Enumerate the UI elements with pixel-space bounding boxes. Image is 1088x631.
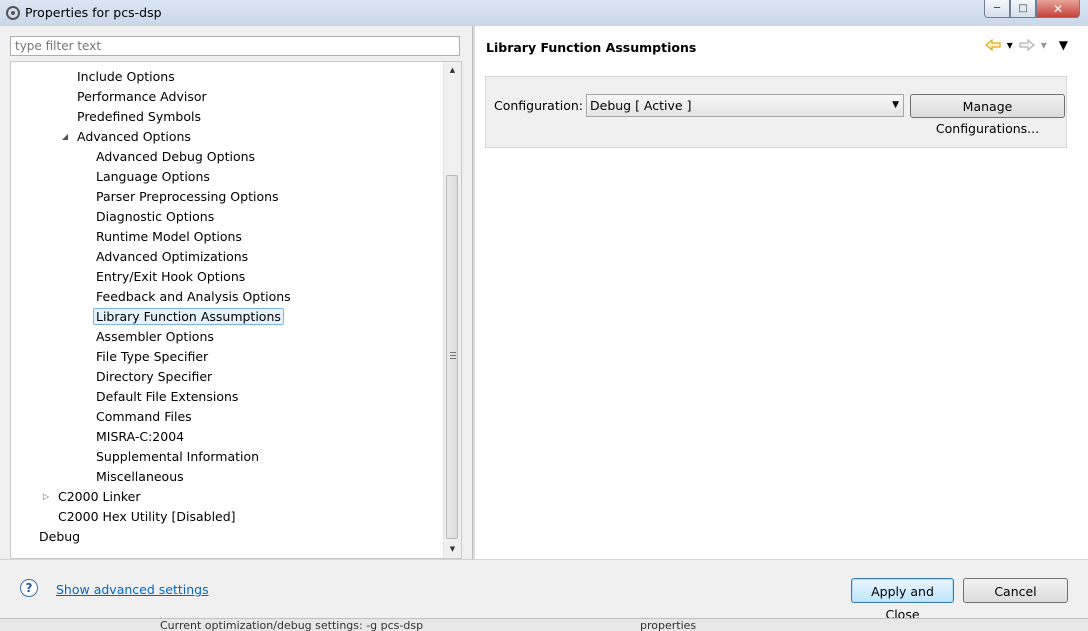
scrollbar-thumb[interactable] (446, 175, 458, 539)
tree-item-label: Default File Extensions (96, 389, 239, 404)
tree-item[interactable]: Assembler Options (93, 327, 217, 347)
tree-item-label: Feedback and Analysis Options (96, 289, 291, 304)
page-nav-controls: ▾ ▾ ▼ (984, 38, 1068, 52)
tree-item-label: C2000 Hex Utility [Disabled] (58, 509, 236, 524)
tree-item[interactable]: MISRA-C:2004 (93, 427, 187, 447)
tree-item[interactable]: ▷ C2000 Linker (43, 487, 144, 507)
tree-item[interactable]: Miscellaneous (93, 467, 187, 487)
expanded-twisty-icon[interactable]: ◢ (60, 127, 70, 147)
tree-item[interactable]: Language Options (93, 167, 213, 187)
tree-item[interactable]: Default File Extensions (93, 387, 241, 407)
tree-item[interactable]: Include Options (74, 67, 178, 87)
tree-item-label: Directory Specifier (96, 369, 213, 384)
tree-item[interactable]: Diagnostic Options (93, 207, 217, 227)
tree-item[interactable]: C2000 Hex Utility [Disabled] (55, 507, 239, 527)
minimize-button[interactable]: ─ (984, 0, 1010, 18)
select-chevron-down-icon: ▼ (892, 100, 899, 110)
tree-item-label: Command Files (96, 409, 192, 424)
tree-item-label: Entry/Exit Hook Options (96, 269, 246, 284)
forward-menu-chevron-down-icon[interactable]: ▾ (1041, 38, 1047, 52)
tree-item[interactable]: ◢ Advanced Options (62, 127, 194, 147)
right-pane: Library Function Assumptions ▾ ▾ ▼ Confi… (475, 26, 1088, 559)
tree-item[interactable]: Runtime Model Options (93, 227, 245, 247)
back-menu-chevron-down-icon[interactable]: ▾ (1007, 38, 1013, 52)
tree-item-label: Performance Advisor (77, 89, 207, 104)
tree-item-label: File Type Specifier (96, 349, 209, 364)
tree-item[interactable]: Parser Preprocessing Options (93, 187, 282, 207)
tree-item[interactable]: Command Files (93, 407, 195, 427)
dialog-footer: ? Show advanced settings Apply and Close… (0, 559, 1088, 622)
back-arrow-icon[interactable] (984, 39, 1001, 51)
tree-item-label: Include Options (77, 69, 175, 84)
tree-item-label: Parser Preprocessing Options (96, 189, 279, 204)
tree-item-label: Miscellaneous (96, 469, 184, 484)
page-title: Library Function Assumptions (486, 40, 697, 55)
tree-item-label: Language Options (96, 169, 210, 184)
tree-item[interactable]: Advanced Optimizations (93, 247, 251, 267)
configuration-select[interactable]: Debug [ Active ] ▼ (586, 94, 904, 117)
window-controls: ─ □ ✕ (984, 0, 1080, 18)
tree-item-label: Diagnostic Options (96, 209, 215, 224)
grip-icon (450, 352, 456, 361)
tree-item-label: Advanced Debug Options (96, 149, 256, 164)
view-menu-chevron-down-icon[interactable]: ▼ (1059, 38, 1068, 52)
tree-item[interactable]: Performance Advisor (74, 87, 210, 107)
window-title: Properties for pcs-dsp (25, 5, 162, 20)
left-pane: ▲ ▼ Include Options Performance Advisor Pr… (9, 34, 465, 559)
tree-item-label: Predefined Symbols (77, 109, 201, 124)
tree-item-label: MISRA-C:2004 (96, 429, 185, 444)
tree-item-label: Assembler Options (96, 329, 214, 344)
configuration-group: Configuration: Debug [ Active ] ▼ Manage… (485, 76, 1067, 148)
cancel-button[interactable]: Cancel (963, 578, 1068, 603)
tree-scrollbar[interactable]: ▲ ▼ (443, 62, 461, 558)
tree-item[interactable]: Entry/Exit Hook Options (93, 267, 248, 287)
scroll-up-icon[interactable]: ▲ (444, 62, 461, 79)
property-tree: ▲ ▼ Include Options Performance Advisor Pr… (10, 61, 462, 559)
configuration-label: Configuration: (494, 98, 583, 113)
close-button[interactable]: ✕ (1036, 0, 1080, 18)
tree-item[interactable]: File Type Specifier (93, 347, 211, 367)
tree-item-label: Debug (39, 529, 81, 544)
manage-configurations-button[interactable]: Manage Configurations... (910, 94, 1065, 136)
tree-item[interactable]: Feedback and Analysis Options (93, 287, 294, 307)
scroll-down-icon[interactable]: ▼ (444, 541, 461, 558)
help-icon[interactable]: ? (20, 579, 38, 597)
tree-item-label: Advanced Optimizations (96, 249, 249, 264)
apply-and-close-button[interactable]: Apply and Close (851, 578, 954, 622)
tree-item-label: Library Function Assumptions (93, 308, 284, 325)
tree-item[interactable]: Debug (36, 527, 83, 547)
tree-item-label: C2000 Linker (58, 489, 141, 504)
configuration-value: Debug [ Active ] (590, 98, 692, 113)
tree-item[interactable]: Library Function Assumptions (93, 307, 284, 327)
forward-arrow-icon[interactable] (1019, 39, 1035, 51)
collapsed-twisty-icon[interactable]: ▷ (41, 487, 51, 507)
tree-item[interactable]: Directory Specifier (93, 367, 215, 387)
tree-item[interactable]: Advanced Debug Options (93, 147, 258, 167)
show-advanced-settings-link[interactable]: Show advanced settings (56, 582, 209, 597)
background-text-right: properties (640, 619, 697, 631)
tree-item-label: Runtime Model Options (96, 229, 242, 244)
dialog-body: ▲ ▼ Include Options Performance Advisor Pr… (0, 26, 1088, 559)
tree-item-label: Advanced Options (77, 129, 191, 144)
background-window-strip: Current optimization/debug settings: -g … (0, 618, 1088, 631)
tree-item[interactable]: Supplemental Information (93, 447, 262, 467)
title-bar: Properties for pcs-dsp ─ □ ✕ (0, 0, 1088, 27)
tree-item-label: Supplemental Information (96, 449, 260, 464)
filter-input[interactable] (10, 36, 460, 56)
background-text-left: Current optimization/debug settings: -g … (160, 619, 424, 631)
tree-item[interactable]: Predefined Symbols (74, 107, 204, 127)
maximize-button[interactable]: □ (1010, 0, 1036, 18)
app-icon (6, 6, 20, 20)
